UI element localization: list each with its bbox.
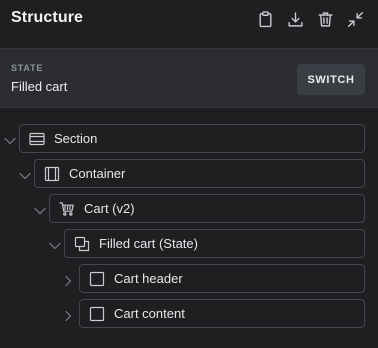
structure-panel: Structure STATE Filled cart SWITCH Secti… (0, 0, 378, 348)
state-icon (74, 236, 90, 252)
tree-row: Cart (v2) (0, 194, 378, 229)
chevron-right-icon[interactable] (61, 274, 75, 288)
tree-node-label: Cart (v2) (84, 201, 135, 216)
tree-node-cart[interactable]: Cart (v2) (49, 194, 365, 223)
tree-node-label: Cart content (114, 306, 185, 321)
chevron-down-icon[interactable] (18, 169, 32, 183)
chevron-right-icon[interactable] (61, 309, 75, 323)
tree-row: Container (0, 159, 378, 194)
state-caption: STATE (11, 63, 44, 73)
tree-node-cart-header[interactable]: Cart header (79, 264, 365, 293)
state-value: Filled cart (11, 79, 68, 94)
state-bar: STATE Filled cart SWITCH (0, 48, 378, 108)
tree-node-label: Filled cart (State) (99, 236, 198, 251)
cart-icon (59, 201, 75, 217)
collapse-icon[interactable] (345, 9, 365, 29)
tree-node-section[interactable]: Section (19, 124, 365, 153)
tree-node-label: Container (69, 166, 126, 181)
tree-row: Cart header (0, 264, 378, 299)
trash-icon[interactable] (315, 9, 335, 29)
clipboard-icon[interactable] (255, 9, 275, 29)
container-icon (44, 166, 60, 182)
tree-node-label: Cart header (114, 271, 183, 286)
tree-node-cart-content[interactable]: Cart content (79, 299, 365, 328)
block-icon (89, 306, 105, 322)
chevron-down-icon[interactable] (48, 239, 62, 253)
tree-row: Section (0, 124, 378, 159)
chevron-down-icon[interactable] (33, 204, 47, 218)
panel-header: Structure (0, 0, 378, 48)
tree-node-label: Section (54, 131, 98, 146)
block-icon (89, 271, 105, 287)
panel-toolbar (255, 9, 365, 29)
tree-row: Filled cart (State) (0, 229, 378, 264)
tree-row: Cart content (0, 299, 378, 334)
section-icon (29, 131, 45, 147)
tree-node-filled-cart-state[interactable]: Filled cart (State) (64, 229, 365, 258)
panel-title: Structure (11, 9, 84, 26)
chevron-down-icon[interactable] (3, 134, 17, 148)
tree-node-container[interactable]: Container (34, 159, 365, 188)
download-icon[interactable] (285, 9, 305, 29)
switch-button[interactable]: SWITCH (297, 64, 365, 95)
